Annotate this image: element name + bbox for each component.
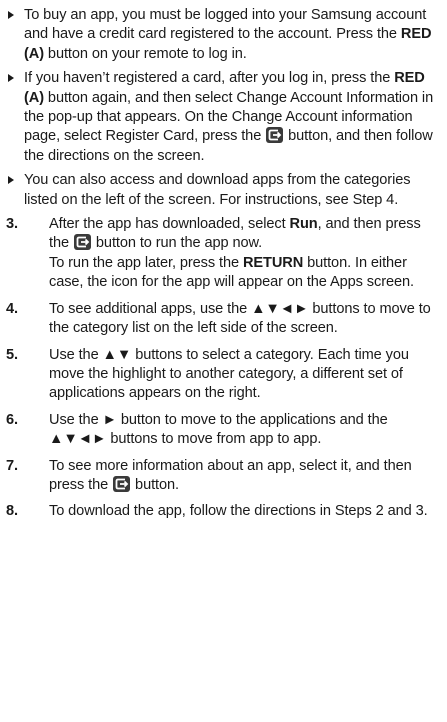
step-number: 5.	[6, 346, 18, 363]
bullet-item-login: To buy an app, you must be logged into y…	[6, 6, 439, 64]
bullet-text: button on your remote to log in.	[43, 45, 247, 62]
step-8: 8. To download the app, follow the direc…	[6, 502, 439, 521]
manual-page: To buy an app, you must be logged into y…	[0, 0, 447, 722]
bullet-triangle-icon	[8, 11, 14, 19]
step-3: 3. After the app has downloaded, select …	[6, 215, 439, 293]
step-4: 4. To see additional apps, use the ▲▼◄► …	[6, 300, 439, 339]
step-6: 6. Use the ► button to move to the appli…	[6, 411, 439, 450]
step-text: button.	[131, 476, 179, 493]
step-number: 8.	[6, 503, 18, 520]
step-number: 3.	[6, 216, 18, 233]
run-label: Run	[289, 216, 318, 233]
step-text: To see additional apps, use the ▲▼◄► but…	[49, 300, 431, 337]
bullet-item-categories: You can also access and download apps fr…	[6, 171, 439, 210]
bullet-text: To buy an app, you must be logged into y…	[24, 7, 427, 43]
bullet-text: You can also access and download apps fr…	[24, 172, 411, 208]
step-text: To see more information about an app, se…	[49, 457, 412, 493]
bullet-text: If you haven’t registered a card, after …	[24, 70, 395, 87]
step-number: 4.	[6, 300, 18, 317]
step-7: 7. To see more information about an app,…	[6, 457, 439, 496]
step-text: To run the app later, press the	[49, 254, 243, 271]
enter-button-icon	[113, 475, 131, 492]
step-text: After the app has downloaded, select	[49, 216, 290, 233]
step-text: To download the app, follow the directio…	[49, 503, 428, 520]
bullet-triangle-icon	[8, 74, 14, 83]
step-number: 6.	[6, 411, 18, 428]
bullet-triangle-icon	[8, 176, 14, 185]
step-text: Use the ► button to move to the applicat…	[49, 411, 388, 448]
enter-button-icon	[266, 127, 284, 144]
return-label: RETURN	[242, 254, 304, 271]
step-number: 7.	[6, 457, 18, 474]
step-text: button to run the app now.	[91, 235, 263, 252]
step-text: Use the ▲▼ buttons to select a category.…	[49, 346, 409, 402]
bullet-item-register-card: If you haven’t registered a card, after …	[6, 69, 439, 166]
enter-button-icon	[73, 234, 91, 251]
step-5: 5. Use the ▲▼ buttons to select a catego…	[6, 346, 439, 404]
